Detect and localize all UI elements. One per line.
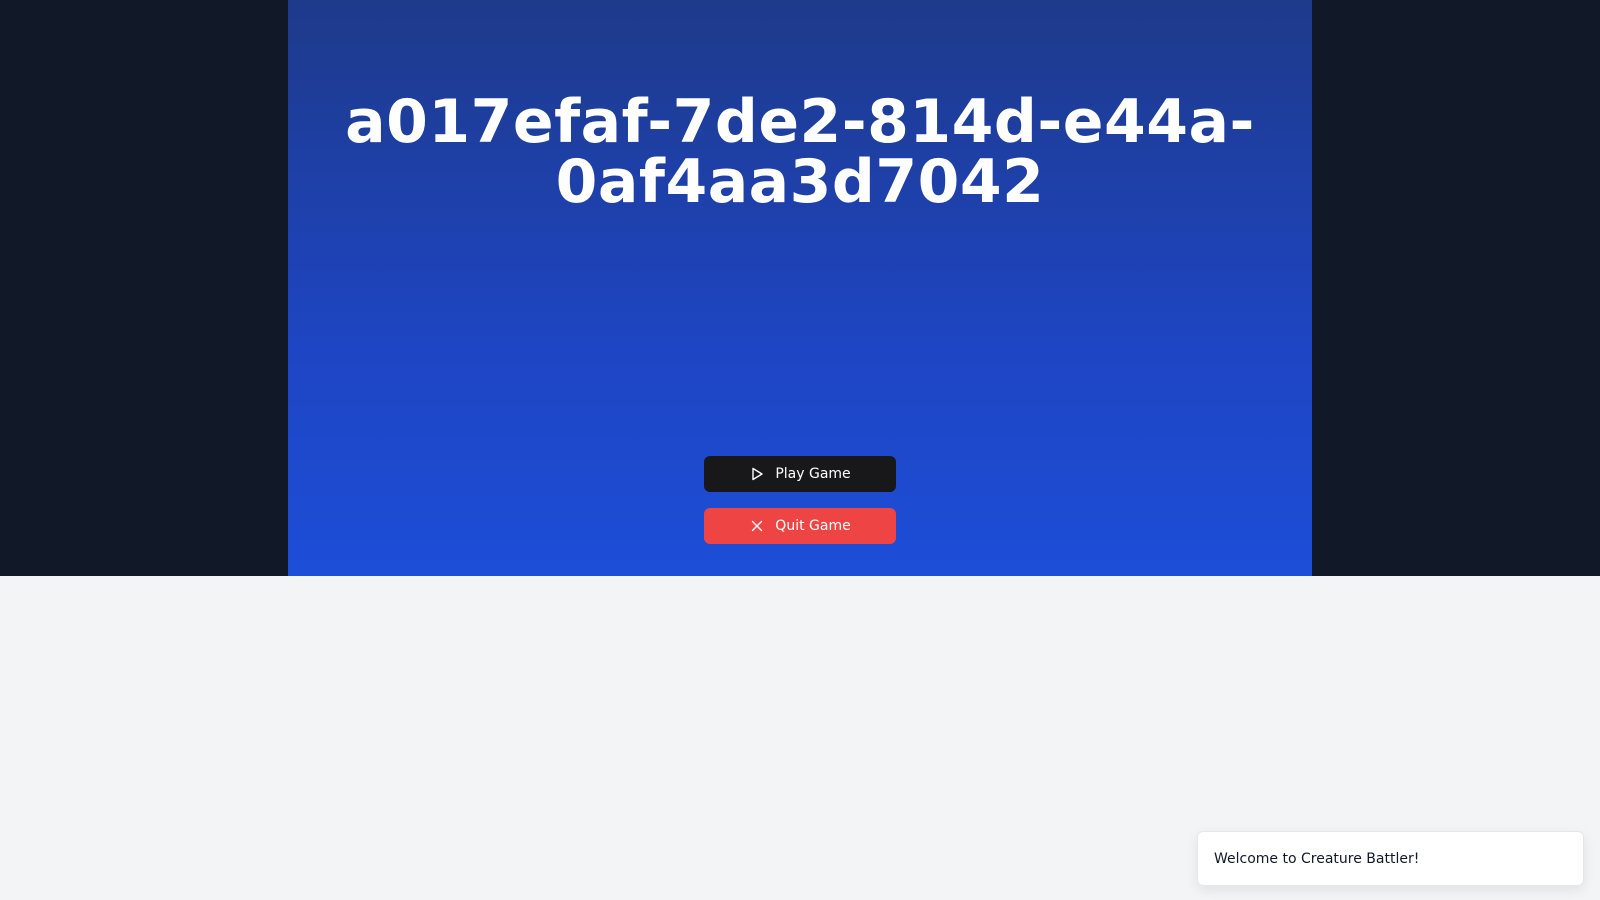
play-game-label: Play Game (775, 466, 851, 482)
game-panel: a017efaf-7de2-814d-e44a-0af4aa3d7042 Pla… (288, 0, 1312, 576)
play-game-button[interactable]: Play Game (704, 456, 896, 492)
toast-notification: Welcome to Creature Battler! (1197, 831, 1584, 886)
game-title: a017efaf-7de2-814d-e44a-0af4aa3d7042 (345, 87, 1255, 217)
toast-message: Welcome to Creature Battler! (1214, 850, 1420, 867)
quit-game-label: Quit Game (775, 518, 851, 534)
play-icon (749, 466, 765, 482)
quit-game-button[interactable]: Quit Game (704, 508, 896, 544)
main-menu: Play Game Quit Game (704, 456, 896, 544)
close-icon (749, 518, 765, 534)
